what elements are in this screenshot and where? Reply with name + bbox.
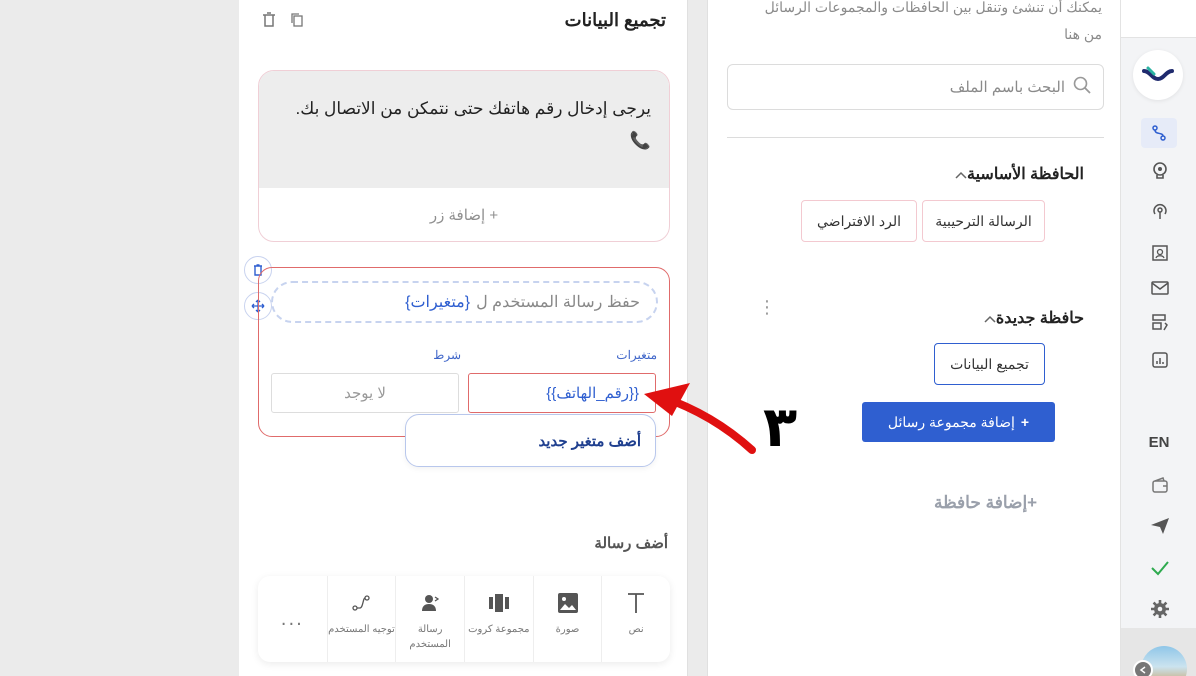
text-message-card[interactable]: يرجى إدخال رقم هاتفك حتى نتمكن من الاتصا… <box>258 70 670 242</box>
editor-title: تجميع البيانات <box>564 10 666 30</box>
folder-item-data-collection[interactable]: تجميع البيانات <box>934 343 1045 385</box>
chevron-up-icon[interactable] <box>955 167 967 182</box>
search-input[interactable] <box>765 78 1065 96</box>
user-message-icon <box>421 590 440 616</box>
new-folder-title: حافظة جديدة <box>995 310 1084 327</box>
analytics-icon[interactable] <box>1149 349 1171 371</box>
cards-icon <box>488 590 510 616</box>
language-switch[interactable]: EN <box>1121 434 1196 451</box>
new-folder-header[interactable]: حافظة جديدة <box>958 308 1084 328</box>
plus-icon: + <box>1020 414 1030 430</box>
add-variable-button[interactable]: أضف متغير جديد <box>405 414 656 467</box>
tool-label: صورة <box>555 624 580 635</box>
main-folder-header[interactable]: الحافظة الأساسية <box>929 164 1084 184</box>
condition-field[interactable]: لا يوجد <box>271 373 459 413</box>
image-icon <box>557 590 578 616</box>
templates-icon[interactable] <box>1149 311 1171 333</box>
mail-icon[interactable] <box>1149 277 1171 299</box>
message-body[interactable]: يرجى إدخال رقم هاتفك حتى نتمكن من الاتصا… <box>259 71 669 188</box>
save-prefix: حفظ رسالة المستخدم ل <box>476 294 640 311</box>
message-text: يرجى إدخال رقم هاتفك حتى نتمكن من الاتصا… <box>295 99 651 118</box>
gear-icon[interactable] <box>1149 598 1171 620</box>
search-icon <box>1073 76 1091 98</box>
tool-text[interactable]: نص <box>601 576 670 662</box>
add-button[interactable]: + إضافة زر <box>259 188 669 241</box>
phone-emoji-icon: 📞 <box>629 131 651 150</box>
tool-card-group[interactable]: مجموعة كروت <box>463 576 533 662</box>
editor-panel: تجميع البيانات يرجى إدخال رقم هاتفك حتى … <box>239 0 688 676</box>
trash-icon[interactable] <box>262 12 276 32</box>
annotation-number: ٣ <box>763 395 798 460</box>
folder-item-default-reply[interactable]: الرد الافتراضي <box>801 200 917 242</box>
file-search[interactable] <box>727 64 1104 110</box>
route-icon <box>352 590 371 616</box>
check-icon[interactable] <box>1149 557 1171 579</box>
tool-user-message[interactable]: رسالة المستخدم <box>395 576 464 662</box>
tool-user-redirect[interactable]: توجيه المستخدم <box>326 576 396 662</box>
add-folder-button[interactable]: +إضافة حافظة <box>934 493 1037 513</box>
text-icon <box>627 590 645 616</box>
chevron-up-icon[interactable] <box>984 311 996 326</box>
wallet-icon[interactable] <box>1149 474 1171 496</box>
editor-top-actions <box>262 12 304 32</box>
tool-label: مجموعة كروت <box>468 624 530 635</box>
add-message-group-button[interactable]: + إضافة مجموعة رسائل <box>862 402 1055 442</box>
add-group-label: إضافة مجموعة رسائل <box>887 413 1015 430</box>
folder-item-welcome[interactable]: الرسالة الترحيبية <box>922 200 1045 242</box>
user-input-block[interactable]: حفظ رسالة المستخدم ل {متغيرات} متغيرات ش… <box>258 267 670 437</box>
condition-label: شرط <box>433 348 461 362</box>
copy-icon[interactable] <box>290 12 304 32</box>
save-variable[interactable]: {متغيرات} <box>405 292 470 312</box>
flow-icon[interactable] <box>1141 118 1177 148</box>
tool-label: نص <box>628 624 644 635</box>
more-tools-button[interactable]: ... <box>258 576 327 662</box>
rail-top <box>1121 0 1196 38</box>
brand-logo[interactable] <box>1133 50 1183 100</box>
add-message-title: أضف رسالة <box>594 535 668 552</box>
send-icon[interactable] <box>1149 515 1171 537</box>
side-rail: EN <box>1120 0 1196 676</box>
tool-label: رسالة المستخدم <box>409 624 451 650</box>
folders-hint: يمكنك أن تنشئ وتنقل بين الحافظات والمجمو… <box>764 0 1102 42</box>
folders-panel: يمكنك أن تنشئ وتنقل بين الحافظات والمجمو… <box>707 0 1120 676</box>
contacts-icon[interactable] <box>1149 242 1171 264</box>
kebab-menu-icon[interactable]: ⋮ <box>758 299 776 317</box>
broadcast-icon[interactable] <box>1149 200 1171 222</box>
tool-image[interactable]: صورة <box>532 576 602 662</box>
main-folder-title: الحافظة الأساسية <box>967 166 1084 183</box>
tool-label: توجيه المستخدم <box>328 624 395 635</box>
brain-icon[interactable] <box>1149 159 1171 181</box>
divider <box>727 137 1104 138</box>
variable-field[interactable]: {{رقم_الهاتف}} <box>468 373 656 413</box>
collapse-arrow-icon[interactable] <box>1133 660 1153 676</box>
save-user-message-line[interactable]: حفظ رسالة المستخدم ل {متغيرات} <box>271 281 658 323</box>
variables-label: متغيرات <box>616 348 657 362</box>
message-type-toolbar: نص صورة مجموعة كروت رسالة المستخدم توجيه… <box>258 576 670 662</box>
